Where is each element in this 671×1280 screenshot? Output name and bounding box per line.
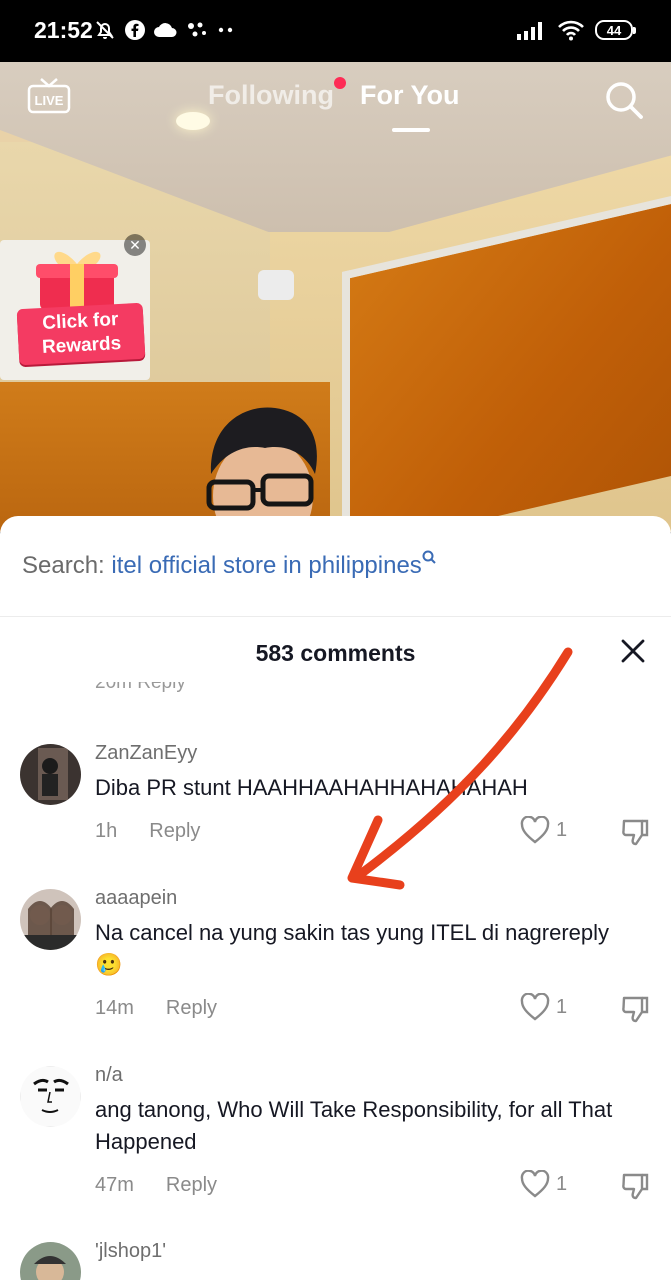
gift-box-icon — [36, 251, 118, 310]
comment-time: 47m — [95, 1174, 134, 1196]
ceiling-light — [176, 112, 210, 130]
tab-active-indicator — [392, 128, 430, 132]
notification-dot — [334, 77, 346, 89]
like-button[interactable]: 1 — [520, 1170, 567, 1198]
tab-for-you[interactable]: For You — [360, 80, 460, 111]
facebook-icon — [125, 20, 145, 40]
partial-comment-meta: 20m Reply — [95, 682, 186, 693]
comment-meta: 14m Reply — [95, 997, 217, 1020]
wifi-icon — [558, 20, 584, 41]
comment-text: ang tanong, Who Will Take Responsibility… — [95, 1097, 613, 1154]
avatar[interactable] — [20, 1242, 81, 1280]
comment-time: 1h — [95, 820, 118, 842]
emoji: 🥲 — [95, 952, 123, 977]
rewards-label: Click for Rewards — [16, 302, 146, 366]
comment-meta: 1h Reply — [95, 820, 200, 843]
comment-username[interactable]: n/a — [95, 1064, 123, 1087]
like-button[interactable]: 1 — [520, 816, 567, 844]
comment-item: ZanZanEyy Diba PR stunt HAAHHAAHAHHAHAHA… — [0, 742, 671, 882]
dislike-icon[interactable] — [620, 994, 650, 1024]
comment-time: 14m — [95, 997, 134, 1019]
dislike-icon[interactable] — [620, 1171, 650, 1201]
signal-icon — [517, 22, 542, 40]
reply-button[interactable]: Reply — [166, 1174, 217, 1196]
like-count: 1 — [556, 1172, 568, 1195]
search-icon[interactable] — [604, 80, 644, 120]
search-icon — [422, 550, 436, 564]
comment-text: Diba PR stunt HAAHHAAHAHHAHAHAHAH — [95, 775, 528, 800]
security-camera — [258, 270, 294, 300]
system-icons: 44 — [517, 17, 636, 43]
comment-text: Na cancel na yung sakin tas yung ITEL di… — [95, 920, 610, 977]
avatar[interactable] — [20, 1066, 81, 1127]
like-count: 1 — [556, 995, 568, 1018]
live-tv-icon[interactable]: LIVE — [27, 76, 71, 116]
comment-item: n/a ang tanong, Who Will Take Responsibi… — [0, 1064, 671, 1234]
heart-icon — [520, 1170, 550, 1198]
comment-item: aaaapein Na cancel na yung sakin tas yun… — [0, 887, 671, 1057]
comment-username[interactable]: ZanZanEyy — [95, 742, 197, 765]
svg-text:LIVE: LIVE — [35, 93, 64, 108]
comment-username[interactable]: 'jlshop1' — [95, 1240, 166, 1263]
tab-following[interactable]: Following — [208, 80, 334, 111]
divider — [0, 616, 671, 617]
video-person — [206, 407, 317, 532]
like-count: 1 — [556, 818, 568, 841]
comment-count: 583 comments — [255, 640, 416, 666]
heart-icon — [520, 993, 550, 1021]
search-suggestion[interactable]: Search: itel official store in philippin… — [22, 550, 436, 580]
avatar[interactable] — [20, 744, 81, 805]
close-icon[interactable] — [620, 638, 646, 664]
heart-icon — [520, 816, 550, 844]
dislike-icon[interactable] — [620, 817, 650, 847]
comment-item: 'jlshop1' — [0, 1240, 671, 1280]
reply-button[interactable]: Reply — [149, 820, 200, 842]
more-notifications-icon — [218, 27, 233, 33]
cloud-icon — [154, 23, 177, 37]
bell-muted-icon — [96, 21, 114, 39]
status-bar: 21:52 44 — [0, 0, 671, 62]
comment-meta: 47m Reply — [95, 1174, 217, 1197]
battery-indicator: 44 — [595, 20, 636, 40]
comments-sheet: Search: itel official store in philippin… — [0, 516, 671, 1280]
status-time: 21:52 — [34, 17, 93, 43]
rewards-close-icon[interactable]: ✕ — [124, 234, 146, 256]
notification-icons — [93, 17, 237, 43]
avatar[interactable] — [20, 889, 81, 950]
dots-app-icon — [188, 22, 206, 37]
reply-button[interactable]: Reply — [166, 997, 217, 1019]
comment-username[interactable]: aaaapein — [95, 887, 177, 910]
like-button[interactable]: 1 — [520, 993, 567, 1021]
